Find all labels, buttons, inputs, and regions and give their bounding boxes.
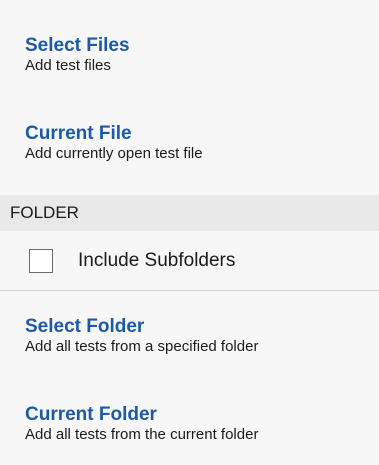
include-subfolders-label: Include Subfolders bbox=[78, 250, 236, 271]
include-subfolders-checkbox-row[interactable]: Include Subfolders bbox=[0, 244, 379, 280]
select-folder-description: Add all tests from a specified folder bbox=[25, 338, 259, 355]
current-file-description: Add currently open test file bbox=[25, 145, 203, 162]
select-files-description: Add test files bbox=[25, 57, 111, 74]
current-folder-description: Add all tests from the current folder bbox=[25, 426, 259, 443]
select-folder-title: Select Folder bbox=[25, 316, 145, 337]
select-files-item[interactable]: Select Files Add test files bbox=[0, 35, 379, 75]
include-subfolders-checkbox[interactable] bbox=[29, 249, 53, 273]
current-folder-title: Current Folder bbox=[25, 404, 157, 425]
select-folder-item[interactable]: Select Folder Add all tests from a speci… bbox=[0, 316, 379, 356]
current-file-item[interactable]: Current File Add currently open test fil… bbox=[0, 123, 379, 163]
divider bbox=[0, 290, 379, 291]
add-tests-panel: Select Files Add test files Current File… bbox=[0, 0, 379, 465]
current-file-title: Current File bbox=[25, 123, 132, 144]
select-files-title: Select Files bbox=[25, 35, 130, 56]
current-folder-item[interactable]: Current Folder Add all tests from the cu… bbox=[0, 404, 379, 444]
folder-section-header: FOLDER bbox=[0, 195, 379, 231]
